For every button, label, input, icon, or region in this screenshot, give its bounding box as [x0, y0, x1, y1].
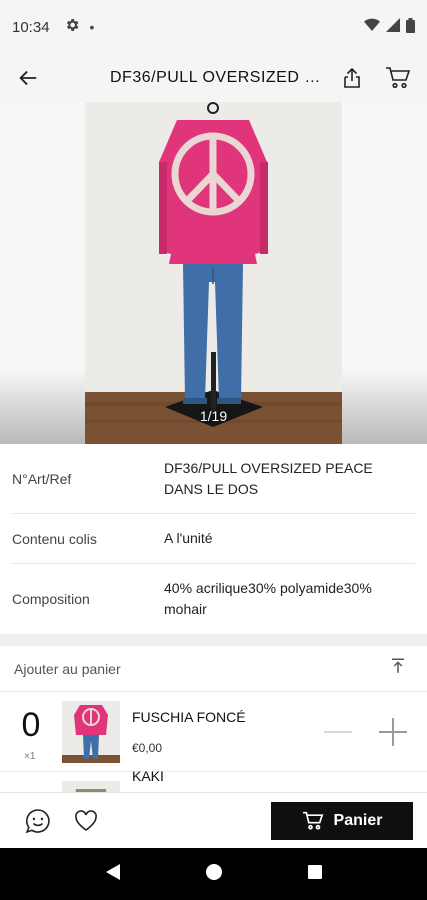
- spec-label: Composition: [12, 591, 90, 607]
- spec-row-composition: Composition 40% acrilique30% polyamide30…: [12, 564, 415, 634]
- add-to-cart-button[interactable]: Panier: [271, 801, 413, 840]
- minus-icon: [324, 730, 352, 733]
- arrow-left-icon: [19, 70, 37, 86]
- nav-home-button[interactable]: [205, 863, 223, 886]
- add-to-cart-label: Ajouter au panier: [14, 660, 121, 677]
- triangle-back-icon: [105, 863, 120, 880]
- heart-icon: [75, 809, 97, 831]
- circle-home-icon: [206, 863, 223, 880]
- quantity-display: 0 ×1: [0, 692, 62, 772]
- chat-smile-icon: [25, 808, 50, 833]
- nav-back-button[interactable]: [104, 863, 122, 886]
- quantity-value: 0: [21, 705, 41, 744]
- variant-price: €0,00: [132, 740, 163, 755]
- section-divider: [0, 634, 427, 646]
- status-time: 10:34: [12, 18, 50, 36]
- product-specs: N°Art/Ref DF36/PULL OVERSIZED PEACE DANS…: [0, 444, 427, 634]
- gallery-edge-left: [0, 102, 85, 444]
- app-bar: DF36/PULL OVERSIZED PEACE DANS LE DOS: [0, 54, 427, 102]
- spec-row-reference: N°Art/Ref DF36/PULL OVERSIZED PEACE DANS…: [12, 444, 415, 514]
- spec-value: A l'unité: [164, 530, 213, 546]
- decrease-quantity-button[interactable]: [318, 712, 358, 752]
- signal-icon: [386, 18, 400, 36]
- nav-recents-button[interactable]: [307, 864, 323, 885]
- quantity-multiplier: ×1: [24, 750, 36, 762]
- notification-dot: •: [89, 19, 95, 35]
- add-to-cart-label: Panier: [333, 811, 383, 829]
- product-photo[interactable]: [85, 102, 342, 444]
- variant-row: 0 ×1 FUSCHIA FONCÉ €0,00: [0, 692, 427, 772]
- product-image-gallery[interactable]: 1/19: [0, 102, 427, 444]
- wifi-icon: [364, 18, 380, 36]
- arrow-to-top-icon: [392, 658, 404, 673]
- favorite-button[interactable]: [68, 803, 104, 839]
- spec-label: Contenu colis: [12, 530, 97, 547]
- spec-row-package: Contenu colis A l'unité: [12, 514, 415, 564]
- variant-thumbnail: [62, 700, 120, 763]
- share-icon: [344, 67, 360, 88]
- increase-quantity-button[interactable]: [373, 712, 413, 752]
- cart-icon: [302, 811, 323, 830]
- cart-button[interactable]: [375, 54, 421, 102]
- image-counter: 1/19: [199, 408, 228, 424]
- variant-name: KAKI: [132, 767, 164, 784]
- square-recents-icon: [308, 864, 323, 879]
- spec-value: DF36/PULL OVERSIZED PEACE DANS LE DOS: [164, 459, 373, 497]
- spec-value: 40% acrilique30% polyamide30% mohair: [164, 580, 372, 617]
- variant-name: FUSCHIA FONCÉ: [132, 708, 246, 725]
- system-navigation-bar: [0, 848, 427, 900]
- status-bar: 10:34 •: [0, 0, 427, 54]
- spec-label: N°Art/Ref: [12, 470, 72, 487]
- gallery-edge-right: [342, 102, 427, 444]
- add-to-cart-header: Ajouter au panier: [0, 646, 427, 692]
- bottom-action-bar: Panier: [0, 792, 427, 848]
- page-title: DF36/PULL OVERSIZED PEACE DANS LE DOS: [110, 69, 329, 86]
- chat-button[interactable]: [20, 803, 56, 839]
- cart-icon: [386, 67, 411, 89]
- plus-icon: [379, 717, 407, 746]
- variant-info: FUSCHIA FONCÉ €0,00: [132, 709, 318, 755]
- scroll-to-top-button[interactable]: [389, 657, 407, 680]
- battery-icon: [406, 17, 415, 37]
- back-button[interactable]: [0, 54, 56, 102]
- settings-gear-icon: [64, 17, 80, 37]
- share-button[interactable]: [329, 54, 375, 102]
